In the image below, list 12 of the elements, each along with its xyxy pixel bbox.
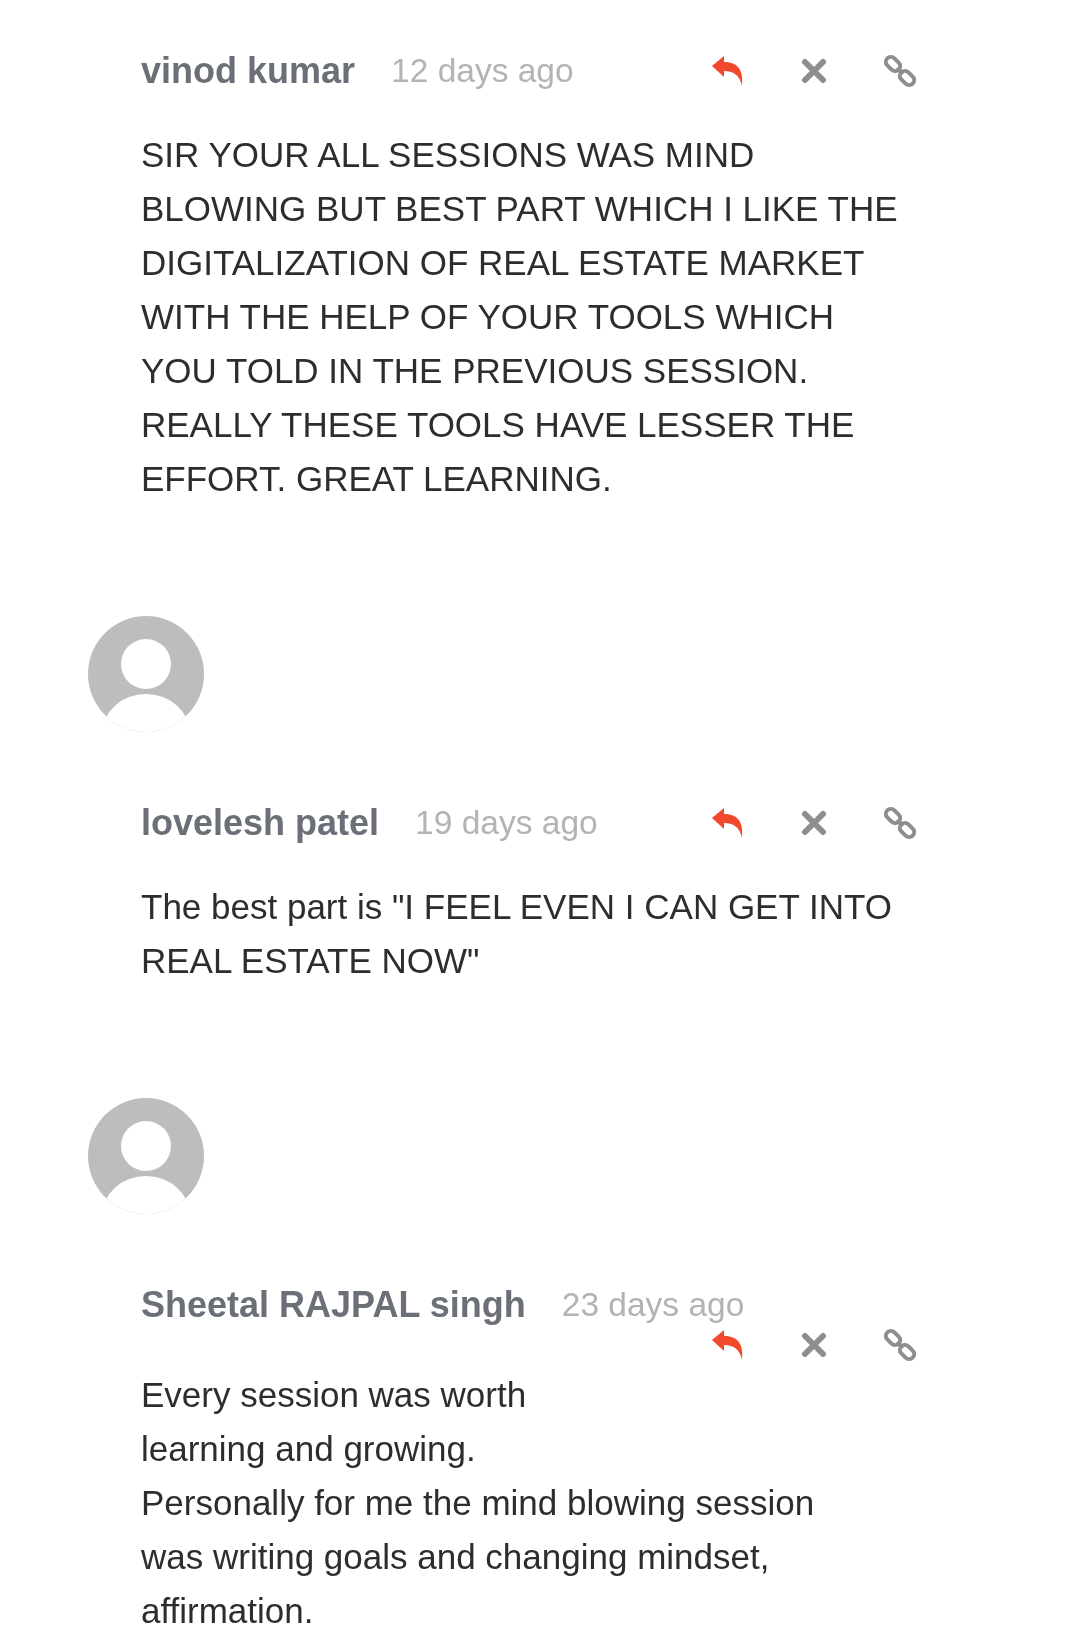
timestamp: 23 days ago [561, 1286, 745, 1324]
author-name: lovelesh patel [141, 802, 380, 844]
author-name: vinod kumar [141, 50, 356, 92]
comment-text: The best part is "I FEEL EVEN I CAN GET INTO REAL ESTATE NOW" [141, 886, 893, 982]
link-icon[interactable] [881, 52, 919, 90]
link-icon[interactable] [881, 804, 919, 842]
link-icon[interactable] [881, 1326, 919, 1364]
timestamp: 12 days ago [391, 52, 574, 90]
comment-text: Every session was worth learning and growing. Personally for me the mind blowing session was writing goals and changing mindset, affirmation. [141, 1374, 816, 1632]
timestamp: 19 days ago [415, 804, 598, 842]
comment-text: SIR YOUR ALL SESSIONS WAS MIND BLOWING BUT BEST PART WHICH I LIKE THE DIGITALIZATION OF REAL ESTATE MARKET WITH THE HELP OF YOUR TOOLS WHICH YOU TOLD IN THE PREVIOUS SESSION. REALLY THESE TOOLS HAVE LESSER THE EFFORT. GREAT LEARNING. [141, 134, 899, 500]
author-name: Sheetal RAJPAL singh [141, 1284, 526, 1326]
